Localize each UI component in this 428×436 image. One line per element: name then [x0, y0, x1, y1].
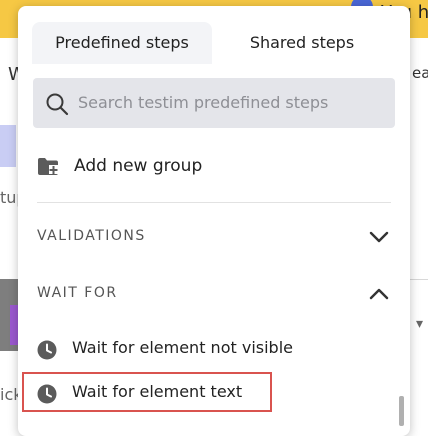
background-screenshot-thumbnail: [0, 279, 18, 351]
clock-icon: [37, 384, 57, 404]
chevron-up-icon: [369, 288, 389, 300]
section-validations[interactable]: VALIDATIONS: [37, 225, 393, 249]
background-purple-block: [0, 125, 16, 167]
tab-predefined-steps[interactable]: Predefined steps: [32, 22, 212, 64]
background-chevron-icon: ▾: [416, 316, 424, 332]
folder-plus-icon: [38, 158, 58, 175]
add-new-group-label: Add new group: [74, 156, 203, 176]
steps-popup: Predefined steps Shared steps Search tes…: [18, 6, 410, 436]
background-divider: [410, 279, 428, 280]
section-wait-for-title: WAIT FOR: [37, 285, 118, 301]
background-text-ead: ead: [412, 64, 428, 82]
search-input[interactable]: Search testim predefined steps: [33, 78, 395, 128]
search-placeholder: Search testim predefined steps: [78, 93, 329, 112]
chevron-down-icon: [369, 231, 389, 243]
step-label: Wait for element text: [72, 382, 243, 401]
tab-shared-steps[interactable]: Shared steps: [222, 22, 382, 64]
step-wait-for-element-text[interactable]: Wait for element text: [22, 372, 272, 412]
add-new-group-button[interactable]: Add new group: [37, 154, 397, 182]
clock-icon: [37, 340, 57, 360]
divider: [37, 202, 391, 203]
scrollbar-thumb[interactable]: [399, 396, 404, 426]
search-icon: [46, 93, 69, 116]
section-wait-for[interactable]: WAIT FOR: [37, 282, 393, 306]
step-wait-for-element-not-visible[interactable]: Wait for element not visible: [22, 328, 293, 368]
step-label: Wait for element not visible: [72, 338, 293, 357]
section-validations-title: VALIDATIONS: [37, 228, 146, 244]
